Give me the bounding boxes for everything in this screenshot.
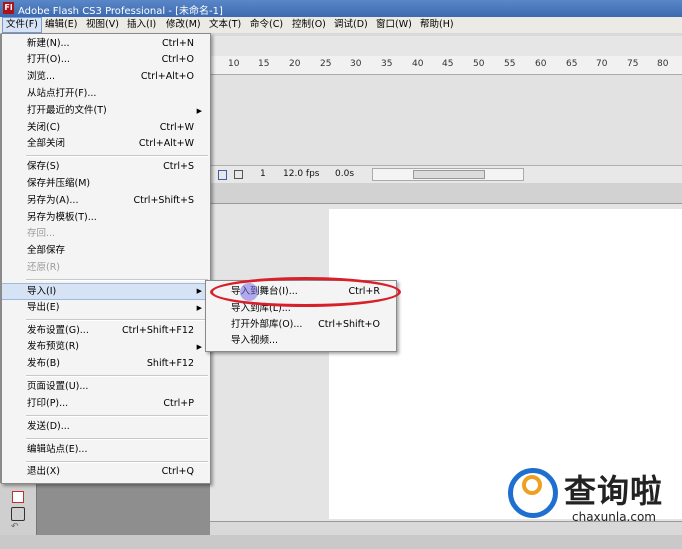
menu-item-browse[interactable]: 浏览... Ctrl+Alt+O [2,69,210,85]
menu-separator [26,438,208,440]
timeline-header [210,36,682,57]
menu-item-edit-sites[interactable]: 编辑站点(E)... [2,442,210,458]
menu-item-export[interactable]: 导出(E) ▶ [2,300,210,316]
ruler-tick: 60 [535,59,547,69]
submenu-arrow-icon: ▶ [196,343,202,351]
menu-debug[interactable]: 调试(D) [331,18,371,32]
menu-control[interactable]: 控制(O) [289,18,329,32]
menu-item-save[interactable]: 保存(S) Ctrl+S [2,159,210,175]
menu-item-close-all[interactable]: 全部关闭 Ctrl+Alt+W [2,136,210,152]
watermark-url: chaxunla.com [572,510,656,524]
menu-insert[interactable]: 插入(I) [124,18,159,32]
mouse-cursor-icon [240,283,258,301]
menu-bar: 文件(F) 编辑(E) 视图(V) 插入(I) 修改(M) 文本(T) 命令(C… [0,17,682,34]
ruler-tick: 75 [627,59,639,69]
menu-item-save-as-template[interactable]: 另存为模板(T)... [2,210,210,226]
menu-window[interactable]: 窗口(W) [373,18,415,32]
menu-item-revert: 还原(R) [27,262,61,273]
scroll-thumb[interactable] [413,170,485,179]
timeline-frames[interactable] [210,75,682,165]
watermark-q-icon [522,475,542,495]
timeline-ruler: 10 15 20 25 30 35 40 45 50 55 60 65 70 7… [210,56,682,75]
menu-item-open-recent[interactable]: 打开最近的文件(T) ▶ [2,103,210,119]
menu-separator [26,279,208,281]
ruler-tick: 65 [566,59,578,69]
menu-separator [26,319,208,321]
ruler-tick: 20 [289,59,301,69]
highlight-ring [210,277,401,307]
menu-item-close[interactable]: 关闭(C) Ctrl+W [2,120,210,136]
menu-item-page-setup[interactable]: 页面设置(U)... [2,379,210,395]
menu-item-save-as[interactable]: 另存为(A)... Ctrl+Shift+S [2,193,210,209]
menu-separator [26,155,208,157]
ruler-tick: 50 [473,59,485,69]
ruler-tick: 45 [442,59,454,69]
menu-file[interactable]: 文件(F) [2,17,42,33]
title-bar: Fl Adobe Flash CS3 Professional - [未命名-1… [0,0,682,17]
menu-commands[interactable]: 命令(C) [247,18,286,32]
menu-item-open[interactable]: 打开(O)... Ctrl+O [2,52,210,68]
submenu-arrow-icon: ▶ [196,304,202,312]
ruler-tick: 25 [320,59,332,69]
menu-item-save-all[interactable]: 全部保存 [2,243,210,259]
menu-separator [26,461,208,463]
submenu-arrow-icon: ▶ [196,287,202,295]
menu-item-check-in: 存回... [27,228,56,239]
ruler-tick: 70 [596,59,608,69]
window-title: Adobe Flash CS3 Professional - [未命名-1] [18,6,223,17]
menu-edit[interactable]: 编辑(E) [42,18,80,32]
menu-item-new[interactable]: 新建(N)... Ctrl+N [2,36,210,52]
ruler-tick: 80 [657,59,669,69]
menu-item-exit[interactable]: 退出(X) Ctrl+Q [2,464,210,480]
document-tab-bar [210,183,682,204]
menu-item-print[interactable]: 打印(P)... Ctrl+P [2,396,210,412]
frame-rate: 12.0 fps [283,169,320,179]
ruler-tick: 40 [412,59,424,69]
menu-item-publish-settings[interactable]: 发布设置(G)... Ctrl+Shift+F12 [2,323,210,339]
ruler-tick: 35 [381,59,393,69]
menu-separator [26,375,208,377]
menu-item-import[interactable]: 导入(I) ▶ [2,283,210,300]
menu-text[interactable]: 文本(T) [206,18,244,32]
elapsed-time: 0.0s [335,169,355,179]
tools-panel: ↶ [0,483,37,535]
ruler-tick: 30 [350,59,362,69]
ruler-tick: 55 [504,59,516,69]
bottom-panel-bar [0,535,682,549]
submenu-item-open-external-library[interactable]: 打开外部库(O)... Ctrl+Shift+O [206,316,396,333]
menu-item-open-from-site[interactable]: 从站点打开(F)... [2,86,210,102]
snap-magnet-icon[interactable] [11,507,25,521]
watermark: 查询啦 chaxunla.com [508,462,678,532]
timeline-scrollbar[interactable] [372,168,524,181]
menu-modify[interactable]: 修改(M) [163,18,204,32]
ruler-tick: 15 [258,59,270,69]
watermark-text: 查询啦 [564,472,664,510]
menu-help[interactable]: 帮助(H) [417,18,457,32]
file-menu-dropdown: 新建(N)... Ctrl+N 打开(O)... Ctrl+O 浏览... Ctrl+… [1,33,211,484]
smooth-icon[interactable]: ↶ [11,523,23,532]
no-color-icon[interactable] [12,491,24,503]
menu-view[interactable]: 视图(V) [83,18,122,32]
onion-skin-icon[interactable] [218,170,227,180]
menu-item-save-compact[interactable]: 保存并压缩(M) [2,176,210,192]
submenu-arrow-icon: ▶ [196,107,202,115]
ruler-tick: 10 [228,59,240,69]
edit-markers-icon[interactable] [234,170,243,179]
menu-item-send[interactable]: 发送(D)... [2,419,210,435]
menu-item-publish[interactable]: 发布(B) Shift+F12 [2,356,210,372]
menu-item-publish-preview[interactable]: 发布预览(R) ▶ [2,339,210,355]
flash-logo-icon: Fl [3,2,14,14]
menu-separator [26,415,208,417]
current-frame: 1 [260,169,266,179]
submenu-item-import-video[interactable]: 导入视频... [206,332,396,349]
